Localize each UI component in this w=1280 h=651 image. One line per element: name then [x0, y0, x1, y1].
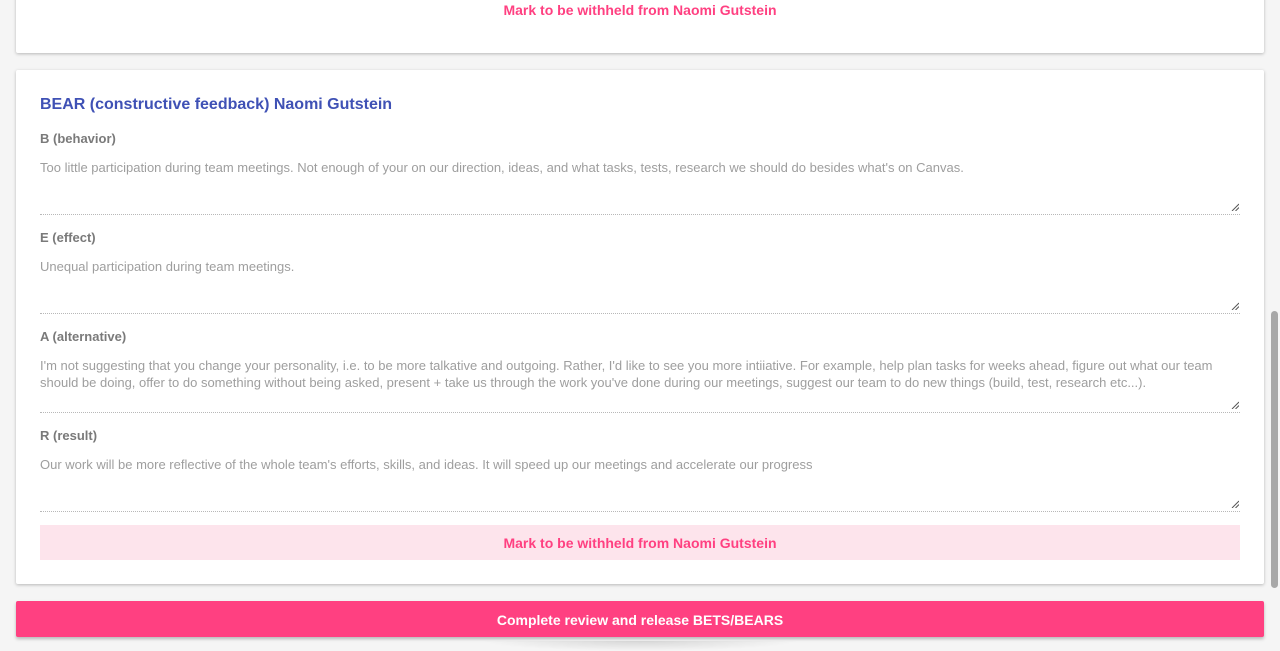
effect-textarea[interactable]: Unequal participation during team meetin… — [40, 259, 1240, 314]
effect-label: E (effect) — [40, 230, 96, 245]
alternative-label: A (alternative) — [40, 329, 127, 344]
bear-card-title: BEAR (constructive feedback) Naomi Gutst… — [40, 96, 393, 113]
resize-handle-icon[interactable] — [1231, 401, 1239, 409]
behavior-label: B (behavior) — [40, 131, 116, 146]
alternative-textarea[interactable]: I'm not suggesting that you change your … — [40, 358, 1240, 413]
alternative-field: A (alternative) I'm not suggesting that … — [40, 328, 1240, 413]
bear-feedback-card: BEAR (constructive feedback) Naomi Gutst… — [16, 70, 1264, 584]
alternative-text: I'm not suggesting that you change your … — [40, 358, 1213, 390]
scrollbar-thumb[interactable] — [1271, 311, 1278, 588]
bottom-shadow — [480, 641, 800, 651]
withhold-button-previous[interactable]: Mark to be withheld from Naomi Gutstein — [16, 2, 1264, 18]
result-label: R (result) — [40, 428, 98, 443]
result-text: Our work will be more reflective of the … — [40, 457, 813, 472]
review-page: Mark to be withheld from Naomi Gutstein … — [0, 0, 1280, 651]
scrollbar[interactable] — [1270, 0, 1280, 651]
withhold-button[interactable]: Mark to be withheld from Naomi Gutstein — [40, 525, 1240, 560]
result-textarea[interactable]: Our work will be more reflective of the … — [40, 457, 1240, 512]
behavior-text: Too little participation during team mee… — [40, 160, 964, 175]
complete-review-button[interactable]: Complete review and release BETS/BEARS — [16, 601, 1264, 637]
behavior-textarea[interactable]: Too little participation during team mee… — [40, 160, 1240, 215]
resize-handle-icon[interactable] — [1231, 302, 1239, 310]
resize-handle-icon[interactable] — [1231, 203, 1239, 211]
effect-text: Unequal participation during team meetin… — [40, 259, 295, 274]
previous-feedback-card: Mark to be withheld from Naomi Gutstein — [16, 0, 1264, 53]
behavior-field: B (behavior) Too little participation du… — [40, 130, 1240, 215]
result-field: R (result) Our work will be more reflect… — [40, 427, 1240, 512]
effect-field: E (effect) Unequal participation during … — [40, 229, 1240, 314]
resize-handle-icon[interactable] — [1231, 500, 1239, 508]
